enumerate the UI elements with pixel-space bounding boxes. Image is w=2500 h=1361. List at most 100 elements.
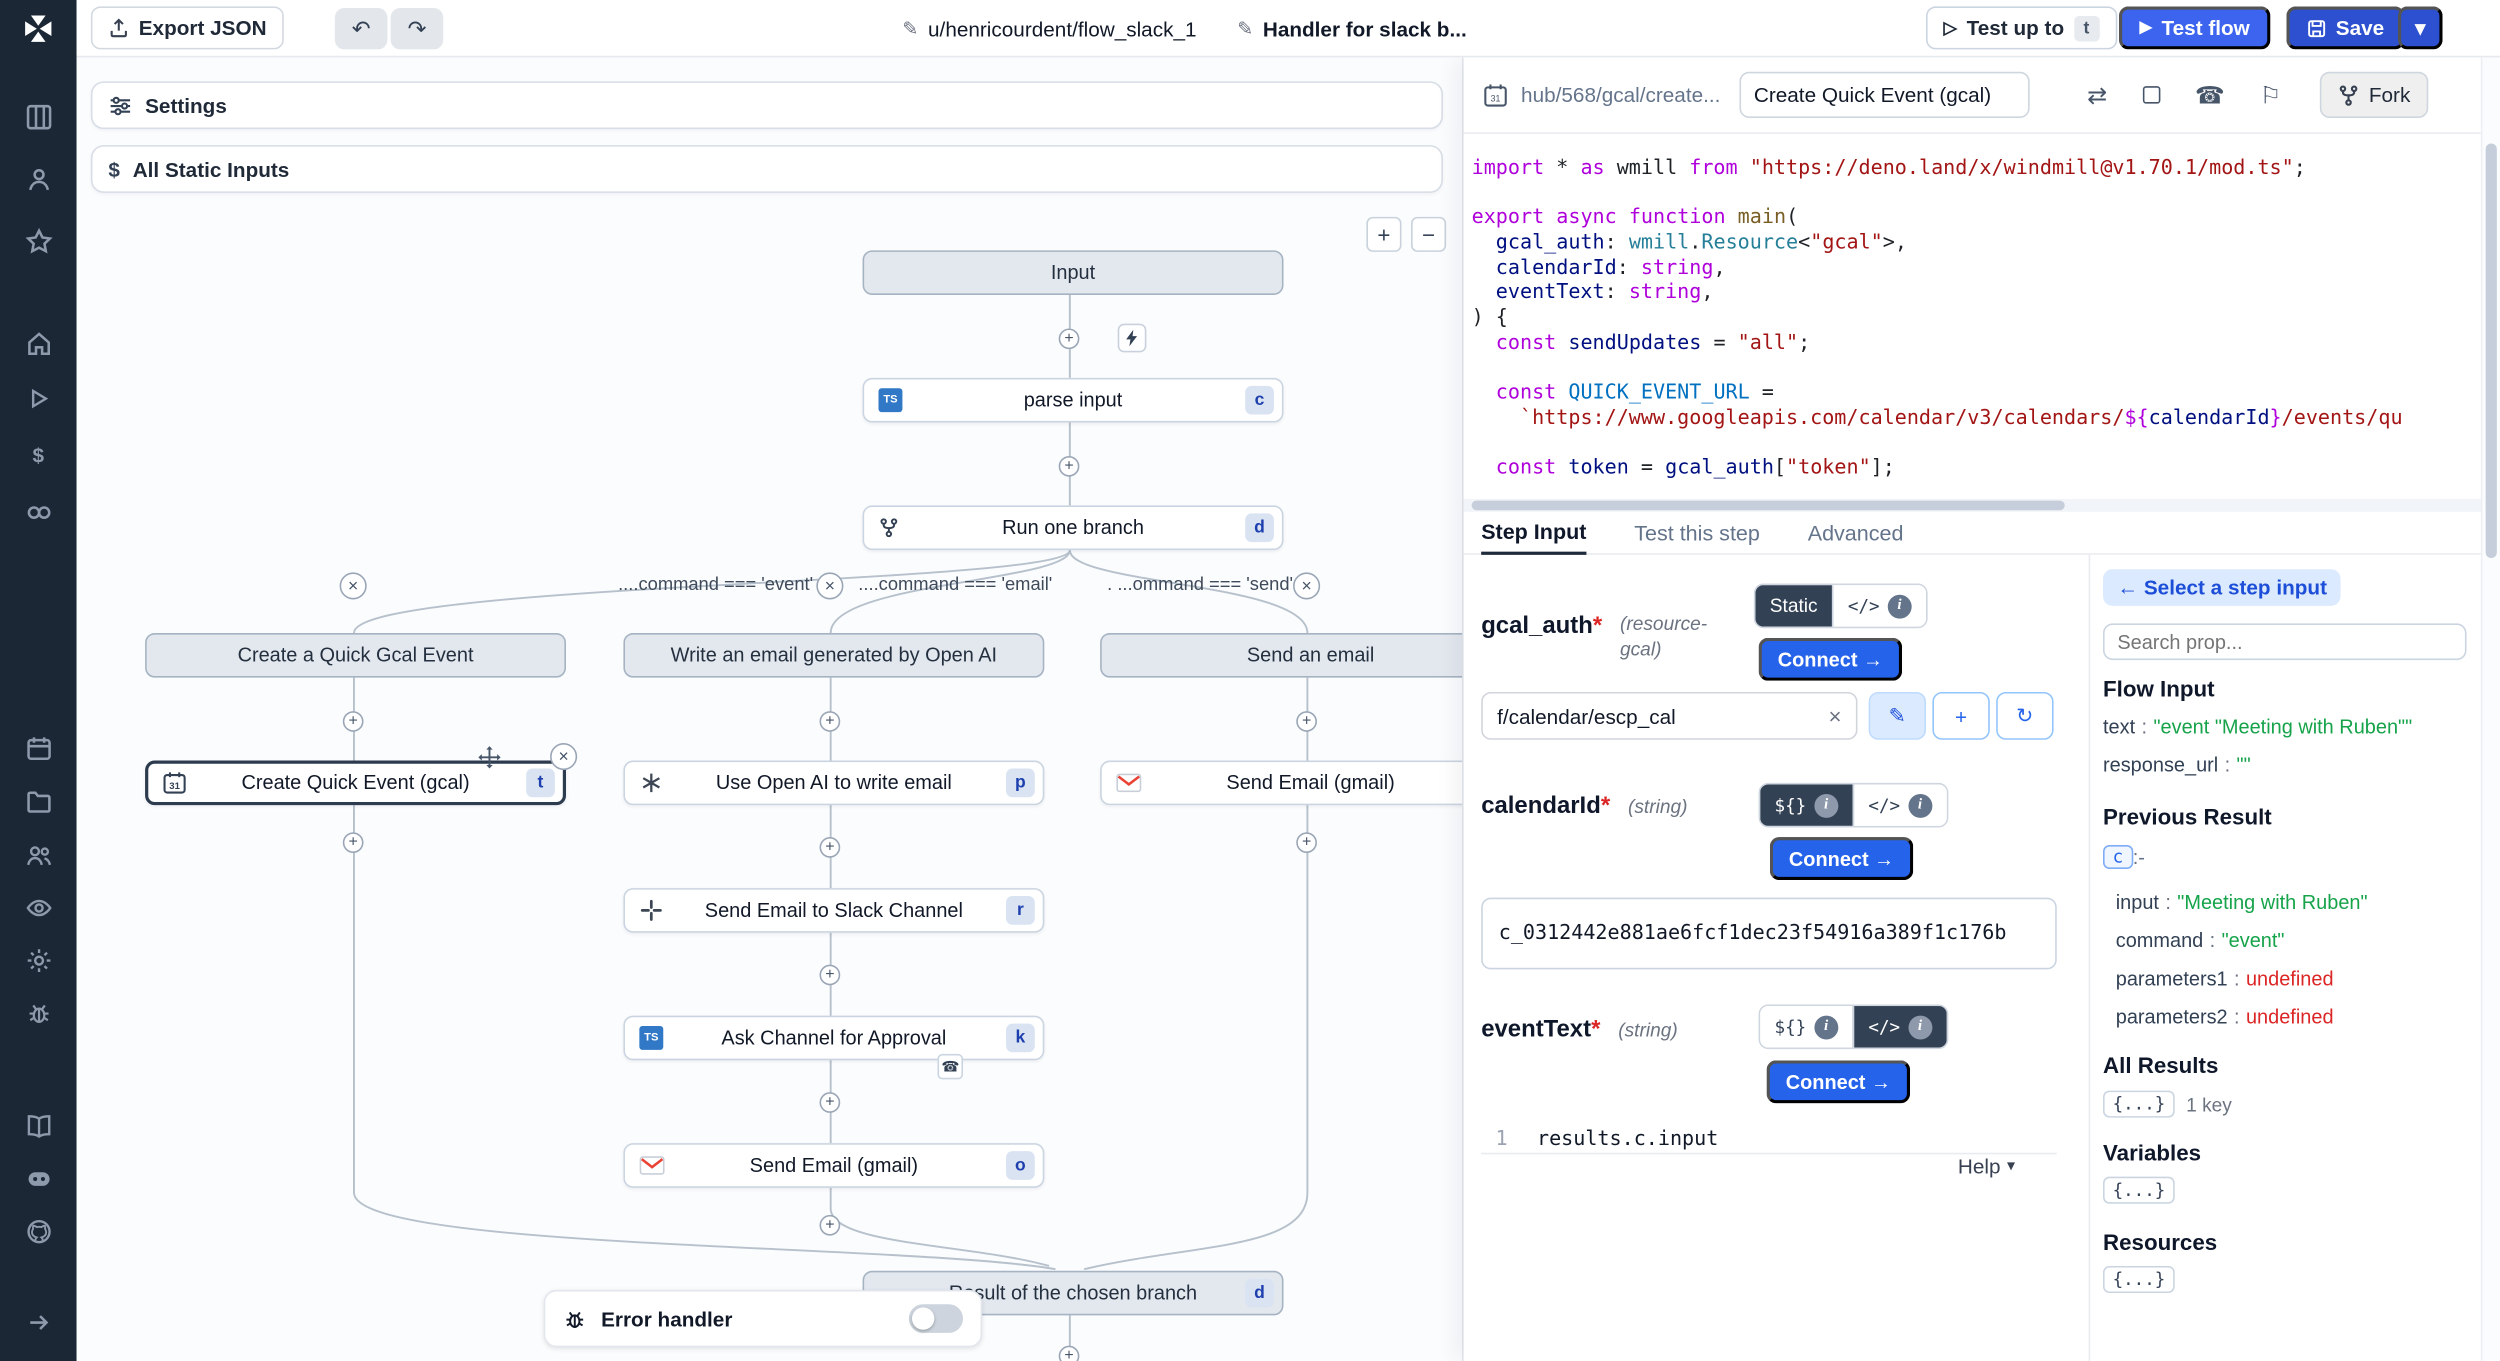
gear-icon[interactable]: [0, 942, 77, 977]
prop-row[interactable]: parameters2 : undefined: [2116, 998, 2475, 1036]
test-up-to-button[interactable]: ▷ Test up to t: [1926, 6, 2117, 49]
error-handler-card[interactable]: Error handler: [544, 1290, 982, 1347]
save-button[interactable]: Save: [2286, 6, 2405, 49]
step-id-badge[interactable]: c: [2103, 845, 2133, 869]
prop-row[interactable]: text : "event "Meeting with Ruben"": [2103, 708, 2474, 746]
prop-row[interactable]: command : "event": [2116, 922, 2475, 960]
move-step-icon[interactable]: [478, 746, 500, 768]
flow-summary-group[interactable]: ✎ Handler for slack b...: [1237, 0, 1466, 57]
variables-dollar-icon[interactable]: $: [0, 437, 77, 472]
phone-suspend-icon[interactable]: ☎: [2195, 81, 2225, 110]
error-handler-toggle[interactable]: [909, 1304, 963, 1333]
add-step-button[interactable]: +: [820, 837, 841, 858]
connect-button-gcal-auth[interactable]: Connect →: [1759, 638, 1902, 681]
flow-node-run-one-branch[interactable]: Run one branch d: [863, 505, 1284, 550]
star-icon[interactable]: [0, 223, 77, 258]
apps-grid-icon[interactable]: [0, 99, 77, 134]
fork-button[interactable]: Fork: [2319, 72, 2427, 118]
static-mode-button[interactable]: Static: [1755, 585, 1832, 626]
add-step-button[interactable]: +: [820, 965, 841, 986]
schedules-calendar-icon[interactable]: [0, 730, 77, 765]
collapse-arrow-icon[interactable]: [0, 1304, 77, 1339]
info-icon[interactable]: i: [1908, 793, 1932, 817]
trigger-bolt-button[interactable]: [1118, 324, 1147, 353]
home-icon[interactable]: [0, 325, 77, 360]
resource-input-gcal-auth[interactable]: f/calendar/escp_cal ×: [1481, 692, 1857, 740]
docs-book-icon[interactable]: [0, 1108, 77, 1143]
variables-row[interactable]: {...}: [2103, 1177, 2175, 1204]
event-text-code-input[interactable]: 1 results.c.input: [1481, 1121, 2057, 1154]
windmill-logo[interactable]: [0, 11, 77, 46]
redo-button[interactable]: ↷: [391, 8, 444, 49]
object-badge[interactable]: {...}: [2103, 1266, 2175, 1293]
flow-node-openai-step[interactable]: Use Open AI to write email p: [623, 761, 1044, 806]
add-step-button[interactable]: +: [820, 711, 841, 732]
flow-node-branch1-summary[interactable]: Create a Quick Gcal Event: [145, 633, 566, 678]
all-results-row[interactable]: {...} 1 key: [2103, 1091, 2232, 1118]
delete-branch-button[interactable]: ×: [1293, 572, 1320, 599]
expr-mode-button[interactable]: ${}i: [1760, 784, 1852, 825]
add-step-button[interactable]: +: [1296, 832, 1317, 853]
flow-node-gmail-step-branch3[interactable]: Send Email (gmail): [1100, 761, 1464, 806]
discord-icon[interactable]: [0, 1161, 77, 1196]
step-name-input[interactable]: [1740, 72, 2030, 118]
calendar-id-input[interactable]: c_0312442e881ae6fcf1dec23f54916a389f1c17…: [1481, 898, 2057, 970]
flow-node-gmail-step[interactable]: Send Email (gmail) o: [623, 1143, 1044, 1188]
tab-step-input[interactable]: Step Input: [1481, 512, 1586, 555]
bug-icon[interactable]: [0, 995, 77, 1030]
flow-node-approval-step[interactable]: TS Ask Channel for Approval k: [623, 1016, 1044, 1061]
save-dropdown-button[interactable]: ▾: [2398, 6, 2443, 49]
expr-mode-button[interactable]: ${}i: [1760, 1006, 1852, 1047]
code-editor[interactable]: import * as wmill from "https://deno.lan…: [1464, 134, 2481, 499]
groups-users-icon[interactable]: [0, 837, 77, 872]
tab-test-this-step[interactable]: Test this step: [1634, 512, 1760, 555]
help-link[interactable]: Help ▾: [1958, 1154, 2015, 1178]
add-step-button[interactable]: +: [820, 1215, 841, 1236]
eye-icon[interactable]: [0, 890, 77, 925]
delete-branch-button[interactable]: ×: [340, 572, 367, 599]
export-json-button[interactable]: Export JSON: [91, 6, 284, 49]
refresh-resource-button[interactable]: ↻: [1996, 692, 2053, 740]
folders-icon[interactable]: [0, 783, 77, 818]
flow-node-input[interactable]: Input: [863, 250, 1284, 295]
object-badge[interactable]: {...}: [2103, 1177, 2175, 1204]
add-step-button[interactable]: +: [1059, 456, 1080, 477]
flow-node-branch3-summary[interactable]: Send an email: [1100, 633, 1464, 678]
info-icon[interactable]: i: [1814, 1015, 1838, 1039]
prop-row[interactable]: response_url : "": [2103, 746, 2474, 784]
add-step-button[interactable]: +: [343, 832, 364, 853]
code-mode-button[interactable]: </>i: [1852, 784, 1946, 825]
previous-result-root-row[interactable]: c : -: [2103, 845, 2145, 869]
prop-row[interactable]: input : "Meeting with Ruben": [2116, 883, 2475, 921]
resources-row[interactable]: {...}: [2103, 1266, 2175, 1293]
test-flow-button[interactable]: ▶ Test flow: [2119, 6, 2271, 49]
scrollbar-thumb[interactable]: [2486, 143, 2497, 558]
delete-branch-button[interactable]: ×: [816, 572, 843, 599]
flow-node-slack-step[interactable]: Send Email to Slack Channel r: [623, 888, 1044, 933]
undo-button[interactable]: ↶: [335, 8, 388, 49]
code-mode-button[interactable]: </>i: [1852, 1006, 1946, 1047]
add-resource-button[interactable]: +: [1932, 692, 1989, 740]
runs-play-icon[interactable]: [0, 381, 77, 416]
object-badge[interactable]: {...}: [2103, 1091, 2175, 1118]
flow-node-parse-input[interactable]: TS parse input c: [863, 378, 1284, 423]
code-mode-button[interactable]: </>i: [1832, 585, 1926, 626]
prop-row[interactable]: parameters1 : undefined: [2116, 960, 2475, 998]
hub-script-path[interactable]: hub/568/gcal/create...: [1521, 83, 1720, 107]
flow-node-branch2-summary[interactable]: Write an email generated by Open AI: [623, 633, 1044, 678]
select-step-input-button[interactable]: ← Select a step input: [2103, 569, 2341, 606]
add-step-button[interactable]: +: [1059, 1346, 1080, 1361]
flow-canvas[interactable]: Settings $ All Static Inputs + −: [77, 57, 1464, 1361]
connect-button-event-text[interactable]: Connect →: [1767, 1060, 1910, 1103]
scrollbar-thumb[interactable]: [1472, 501, 2065, 511]
add-step-button[interactable]: +: [820, 1092, 841, 1113]
delete-step-button[interactable]: ×: [550, 743, 577, 770]
info-icon[interactable]: i: [1814, 793, 1838, 817]
prop-search-input[interactable]: [2103, 623, 2467, 660]
connect-button-calendar-id[interactable]: Connect →: [1770, 837, 1913, 880]
clear-icon[interactable]: ×: [1828, 703, 1841, 729]
add-step-button[interactable]: +: [343, 711, 364, 732]
info-icon[interactable]: i: [1888, 594, 1912, 618]
edit-resource-button[interactable]: ✎: [1869, 692, 1926, 740]
github-icon[interactable]: [0, 1213, 77, 1248]
